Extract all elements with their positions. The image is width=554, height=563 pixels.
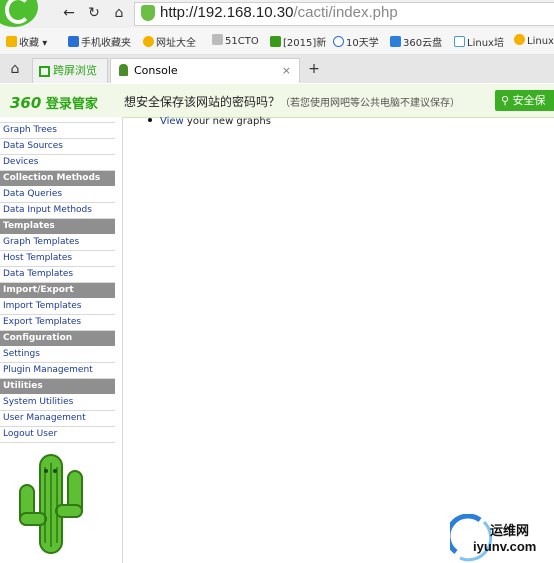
- cacti-sidebar: Graph Trees Data Sources Devices Collection…: [0, 117, 123, 563]
- favorites-bar: 收藏 ▾ 手机收藏夹 网址大全 51CTO [2015]新 10天学 360云盘…: [0, 28, 554, 55]
- cacti-logo-icon: [19, 454, 83, 554]
- login-manager-brand: 360 登录管家: [10, 94, 98, 112]
- bulb-icon: [514, 34, 525, 45]
- chevron-down-icon[interactable]: ▾: [42, 38, 47, 49]
- security-shield-icon[interactable]: [141, 5, 155, 21]
- favorites-item-linux[interactable]: Linux: [514, 34, 554, 47]
- menu-item-import-templates[interactable]: Import Templates: [0, 299, 115, 315]
- home-outline-icon[interactable]: ⌂: [6, 60, 24, 78]
- tab-strip: ⌂ 跨屏浏览 Console × +: [0, 55, 554, 83]
- menu-item-graph-templates[interactable]: Graph Templates: [0, 235, 115, 251]
- password-save-message: 想安全保存该网站的密码吗？（若您使用网吧等公共电脑不建议保存）: [124, 95, 461, 109]
- menu-item-graph-trees[interactable]: Graph Trees: [0, 123, 115, 139]
- watermark-cn: 运维网: [490, 524, 530, 539]
- browser-logo[interactable]: [0, 0, 38, 27]
- cacti-favicon-icon: [119, 64, 128, 76]
- link-icon: [212, 34, 223, 45]
- menu-item-host-templates[interactable]: Host Templates: [0, 251, 115, 267]
- star-icon: [6, 36, 17, 47]
- menu-item-data-input-methods[interactable]: Data Input Methods: [0, 203, 115, 219]
- favorites-item-linux-training[interactable]: Linux培: [454, 34, 504, 49]
- split-view-icon: [39, 66, 50, 77]
- console-menu: Graph Trees Data Sources Devices Collection…: [0, 117, 115, 443]
- play-icon: [333, 36, 344, 47]
- save-password-button[interactable]: ⚲ 安全保: [495, 90, 554, 111]
- menu-item-devices[interactable]: Devices: [0, 155, 115, 171]
- menu-item-system-utilities[interactable]: System Utilities: [0, 395, 115, 411]
- menu-item-user-management[interactable]: User Management: [0, 411, 115, 427]
- favorites-item-360cloud[interactable]: 360云盘: [390, 34, 442, 49]
- favorites-item-mobile[interactable]: 手机收藏夹: [68, 34, 131, 49]
- key-icon: ⚲: [501, 94, 510, 107]
- menu-item-data-templates[interactable]: Data Templates: [0, 267, 115, 283]
- refresh-icon[interactable]: ↻: [85, 4, 103, 22]
- favorites-item-2015[interactable]: [2015]新: [270, 34, 326, 49]
- mobile-icon: [68, 36, 79, 47]
- menu-item-logout-user[interactable]: Logout User: [0, 427, 115, 443]
- favorites-item-sites[interactable]: 网址大全: [143, 34, 196, 49]
- globe-icon: [143, 36, 154, 47]
- address-bar-row: ← ↻ ⌂ http://192.168.10.30/cacti/index.p…: [0, 0, 554, 28]
- menu-item-data-queries[interactable]: Data Queries: [0, 187, 115, 203]
- favorites-item-10days[interactable]: 10天学: [333, 34, 379, 49]
- menu-item-plugin-management[interactable]: Plugin Management: [0, 363, 115, 379]
- new-tab-button[interactable]: +: [305, 60, 323, 78]
- tab-console[interactable]: Console ×: [110, 58, 300, 83]
- tab-split-view[interactable]: 跨屏浏览: [32, 58, 108, 83]
- favorites-item-51cto[interactable]: 51CTO: [212, 34, 259, 47]
- cloud-icon: [390, 36, 401, 47]
- url-host: http://192.168.10.30: [160, 4, 294, 21]
- view-graphs-link[interactable]: View: [160, 116, 184, 127]
- url-path: /cacti/index.php: [293, 4, 398, 21]
- menu-section-configuration: Configuration: [0, 331, 115, 347]
- favorites-item-collect[interactable]: 收藏 ▾: [6, 34, 47, 49]
- menu-item-export-templates[interactable]: Export Templates: [0, 315, 115, 331]
- menu-section-import-export: Import/Export: [0, 283, 115, 299]
- book-icon: [270, 36, 281, 47]
- menu-item-settings[interactable]: Settings: [0, 347, 115, 363]
- home-icon[interactable]: ⌂: [110, 4, 128, 22]
- menu-item-data-sources[interactable]: Data Sources: [0, 139, 115, 155]
- tab-close-icon[interactable]: ×: [282, 59, 291, 83]
- menu-section-utilities: Utilities: [0, 379, 115, 395]
- password-save-bar: 360 登录管家 想安全保存该网站的密码吗？（若您使用网吧等公共电脑不建议保存）…: [0, 84, 554, 118]
- abs-icon: [454, 36, 465, 47]
- url-text[interactable]: http://192.168.10.30/cacti/index.php: [160, 4, 398, 21]
- menu-section-collection-methods: Collection Methods: [0, 171, 115, 187]
- watermark-en: iyunv.com: [473, 539, 537, 554]
- menu-section-templates: Templates: [0, 219, 115, 235]
- back-arrow-icon[interactable]: ←: [60, 4, 78, 22]
- graphs-hint: View your new graphs: [148, 116, 271, 127]
- bullet-icon: [148, 118, 152, 122]
